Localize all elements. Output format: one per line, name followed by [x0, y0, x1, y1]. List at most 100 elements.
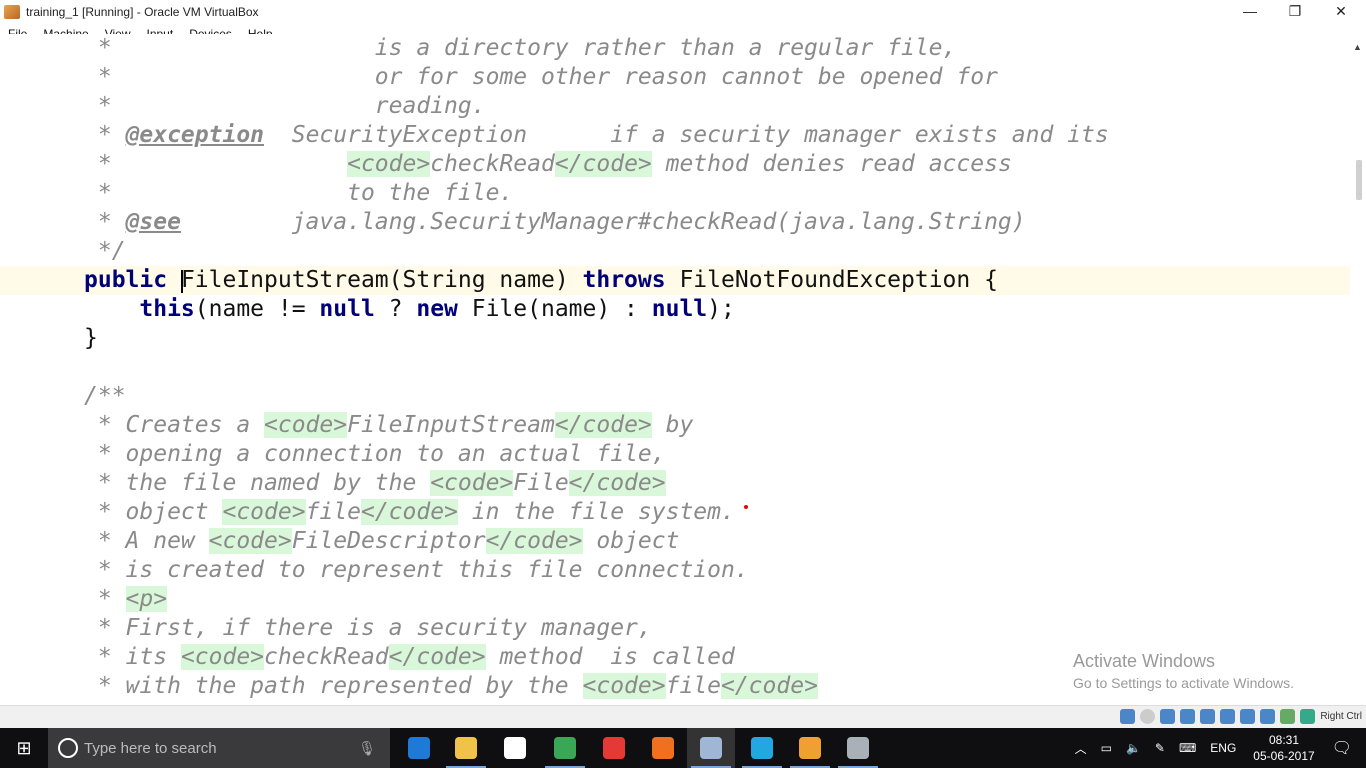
- shared-folders-icon[interactable]: [1220, 709, 1236, 724]
- code-token: (name !=: [194, 296, 320, 322]
- keyboard-icon[interactable]: ⌨: [1179, 741, 1196, 755]
- taskbar-app-app-orange[interactable]: [786, 728, 834, 768]
- comment-token: *: [84, 122, 126, 148]
- code-line: * the file named by the <code>File</code…: [84, 469, 1109, 498]
- clock-time: 08:31: [1268, 733, 1299, 747]
- scroll-up-arrow-icon[interactable]: ▲: [1353, 42, 1362, 52]
- clock[interactable]: 08:31 05-06-2017: [1253, 732, 1314, 764]
- comment-token: by: [651, 412, 694, 438]
- code-token: File(name) :: [457, 296, 652, 322]
- taskbar-app-firefox[interactable]: [639, 728, 687, 768]
- network-icon[interactable]: [1180, 709, 1196, 724]
- taskbar-app-virtualbox[interactable]: [687, 728, 735, 768]
- taskbar-app-app-paint[interactable]: [834, 728, 882, 768]
- code-line: */: [84, 237, 1109, 266]
- volume-icon[interactable]: 🔈: [1126, 741, 1141, 755]
- comment-token: checkRead: [264, 644, 389, 670]
- store-icon: [504, 737, 526, 759]
- code-line: * its <code>checkRead</code> method is c…: [84, 643, 1109, 672]
- search-box[interactable]: Type here to search 🎙: [48, 728, 390, 768]
- comment-token: SecurityException if a security manager …: [264, 122, 1109, 148]
- microphone-icon[interactable]: 🎙: [358, 740, 376, 757]
- windows-logo-icon: ⊞: [16, 737, 32, 758]
- comment-token: FileDescriptor: [291, 528, 486, 554]
- guest-additions-icon[interactable]: [1280, 709, 1296, 724]
- html-tag-token: <code>: [208, 528, 292, 554]
- title-bar: training_1 [Running] - Oracle VM Virtual…: [0, 0, 1366, 24]
- code-line: }: [84, 324, 1109, 353]
- close-button[interactable]: ✕: [1318, 0, 1364, 24]
- code-token: FileNotFoundException {: [665, 267, 998, 293]
- taskbar-app-edge[interactable]: [395, 728, 443, 768]
- comment-token: FileInputStream: [347, 412, 555, 438]
- mouse-pointer-dot: [744, 505, 748, 509]
- video-capture-icon[interactable]: [1260, 709, 1276, 724]
- comment-token: * or for some other reason cannot be ope…: [84, 64, 998, 90]
- html-tag-token: </code>: [360, 499, 458, 525]
- code-token: FileInputStream(String name): [167, 267, 583, 293]
- scrollbar-thumb[interactable]: [1356, 160, 1362, 200]
- comment-token: checkRead: [430, 151, 555, 177]
- display-icon[interactable]: [1240, 709, 1256, 724]
- keyword-token: null: [651, 296, 708, 322]
- code-token: );: [707, 296, 735, 322]
- taskbar-app-store[interactable]: [491, 728, 539, 768]
- html-tag-token: <code>: [264, 412, 348, 438]
- action-center-icon[interactable]: 🗨: [1332, 738, 1352, 758]
- comment-token: file: [305, 499, 361, 525]
- code-text[interactable]: * is a directory rather than a regular f…: [84, 34, 1109, 701]
- host-key-label: Right Ctrl: [1320, 711, 1362, 722]
- taskbar-app-file-explorer[interactable]: [442, 728, 490, 768]
- code-line: * <code>checkRead</code> method denies r…: [84, 150, 1109, 179]
- pen-icon[interactable]: ✎: [1155, 741, 1165, 755]
- power-icon[interactable]: ▭: [1101, 741, 1112, 755]
- cortana-icon: [58, 738, 78, 758]
- html-tag-token: <p>: [125, 586, 168, 612]
- code-line: * @exception SecurityException if a secu…: [84, 121, 1109, 150]
- show-hidden-icons-chevron-icon[interactable]: ︿: [1075, 740, 1087, 757]
- comment-token: method denies read access: [651, 151, 1012, 177]
- keyword-token: this: [139, 296, 195, 322]
- taskbar-app-chrome[interactable]: [541, 728, 589, 768]
- code-line: this(name != null ? new File(name) : nul…: [84, 295, 1109, 324]
- mouse-integration-icon[interactable]: [1300, 709, 1316, 724]
- code-editor[interactable]: * is a directory rather than a regular f…: [0, 34, 1350, 705]
- code-token: }: [84, 325, 98, 351]
- taskbar-app-screen-recorder[interactable]: [590, 728, 638, 768]
- html-tag-token: </code>: [554, 412, 652, 438]
- language-indicator[interactable]: ENG: [1210, 741, 1236, 755]
- comment-token: * First, if there is a security manager,: [84, 615, 652, 641]
- system-tray: ︿ ▭ 🔈 ✎ ⌨ ENG 08:31 05-06-2017 🗨: [1068, 728, 1366, 768]
- html-tag-token: <code>: [180, 644, 265, 670]
- firefox-icon: [652, 737, 674, 759]
- comment-token: * reading.: [84, 93, 486, 119]
- comment-token: *: [84, 586, 126, 612]
- comment-token: * is a directory rather than a regular f…: [84, 35, 957, 61]
- code-line: * is created to represent this file conn…: [84, 556, 1109, 585]
- code-line: * or for some other reason cannot be ope…: [84, 63, 1109, 92]
- code-line: * with the path represented by the <code…: [84, 672, 1109, 701]
- comment-token: file: [665, 673, 721, 699]
- optical-drive-icon[interactable]: [1140, 709, 1156, 724]
- code-line: public FileInputStream(String name) thro…: [84, 266, 1109, 295]
- comment-token: * the file named by the: [84, 470, 431, 496]
- vertical-scrollbar[interactable]: ▲: [1350, 34, 1366, 705]
- watermark-title: Activate Windows: [1073, 651, 1216, 671]
- keyword-token: throws: [582, 267, 666, 293]
- html-tag-token: <code>: [430, 470, 514, 496]
- virtualbox-app-icon: [4, 5, 20, 19]
- keyword-token: public: [84, 267, 168, 293]
- comment-token: in the file system.: [457, 499, 735, 525]
- minimize-button[interactable]: —: [1227, 0, 1273, 24]
- code-line: * <p>: [84, 585, 1109, 614]
- comment-token: method is called: [485, 644, 735, 670]
- taskbar-app-skype[interactable]: [738, 728, 786, 768]
- javadoc-tag-token: @see: [125, 209, 181, 235]
- activate-windows-watermark: Activate Windows Go to Settings to activ…: [1073, 651, 1294, 691]
- usb-icon[interactable]: [1200, 709, 1216, 724]
- start-button[interactable]: ⊞: [0, 728, 48, 768]
- audio-icon[interactable]: [1160, 709, 1176, 724]
- storage-icon[interactable]: [1120, 709, 1136, 724]
- restore-button[interactable]: ❐: [1272, 0, 1318, 24]
